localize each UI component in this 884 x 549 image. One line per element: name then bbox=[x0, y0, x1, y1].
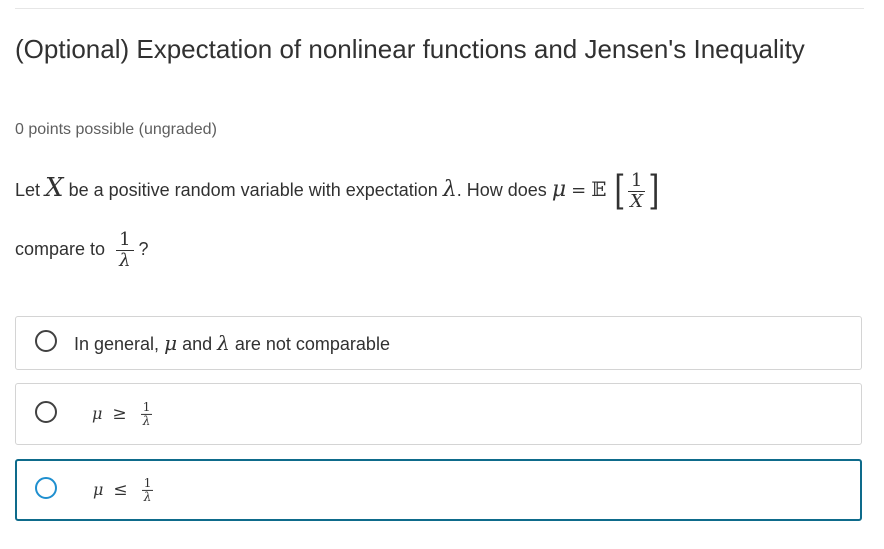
fraction-denominator: λ bbox=[143, 489, 152, 504]
problem-title: (Optional) Expectation of nonlinear func… bbox=[15, 34, 805, 64]
fraction-numerator: 1 bbox=[141, 475, 154, 491]
choice-text: are not comparable bbox=[234, 334, 390, 354]
question-text-part2: be a positive random variable with expec… bbox=[68, 179, 438, 200]
choice-mu-leq[interactable]: μ ≤ 1 λ bbox=[15, 459, 862, 521]
math-equals: = bbox=[571, 179, 587, 201]
choice-label: μ ≤ 1 λ bbox=[93, 475, 154, 504]
math-var-lambda: λ bbox=[442, 176, 457, 202]
question-text-part5: ? bbox=[138, 239, 149, 260]
fraction-numerator: 1 bbox=[140, 399, 153, 415]
choice-text: and bbox=[182, 334, 213, 354]
math-var-mu: μ bbox=[551, 176, 567, 202]
radio-button[interactable] bbox=[35, 401, 57, 423]
choice-label: In general, μ and λ are not comparable bbox=[74, 331, 390, 355]
fraction-denominator: X bbox=[630, 190, 643, 212]
fraction-denominator: λ bbox=[119, 249, 131, 271]
question-text-part1: Let bbox=[15, 179, 41, 200]
math-var-mu: μ bbox=[92, 403, 103, 423]
choice-text: In general, bbox=[74, 334, 160, 354]
left-bracket: [ bbox=[613, 168, 625, 214]
fraction-one-over-lambda: 1 λ bbox=[141, 475, 154, 504]
math-relation: ≤ bbox=[113, 479, 128, 500]
fraction-denominator: λ bbox=[142, 413, 151, 428]
question-text-part3: . How does bbox=[456, 179, 547, 200]
points-possible: 0 points possible (ungraded) bbox=[15, 121, 217, 138]
choice-mu-geq[interactable]: μ ≥ 1 λ bbox=[15, 383, 862, 445]
question-line-2: compare to 1 λ ? bbox=[15, 230, 149, 271]
question-line-1: Let X be a positive random variable with… bbox=[15, 168, 662, 214]
math-var-mu: μ bbox=[93, 479, 104, 499]
math-relation: ≥ bbox=[112, 403, 127, 424]
choice-not-comparable[interactable]: In general, μ and λ are not comparable bbox=[15, 316, 862, 370]
math-var-lambda: λ bbox=[217, 331, 230, 355]
math-var-mu: μ bbox=[164, 331, 178, 355]
question-text-part4: compare to bbox=[15, 239, 106, 260]
right-bracket: ] bbox=[648, 168, 660, 214]
fraction-numerator: 1 bbox=[627, 170, 646, 192]
fraction-one-over-x: 1 X bbox=[627, 170, 646, 212]
fraction-one-over-lambda: 1 λ bbox=[140, 399, 153, 428]
expectation-operator: 𝔼 bbox=[591, 176, 607, 201]
choice-label: μ ≥ 1 λ bbox=[92, 399, 153, 428]
radio-button[interactable] bbox=[35, 330, 57, 352]
top-divider bbox=[15, 8, 864, 9]
fraction-numerator: 1 bbox=[116, 230, 134, 251]
radio-button[interactable] bbox=[35, 477, 57, 499]
math-var-x: X bbox=[45, 172, 64, 203]
fraction-one-over-lambda: 1 λ bbox=[116, 230, 134, 271]
